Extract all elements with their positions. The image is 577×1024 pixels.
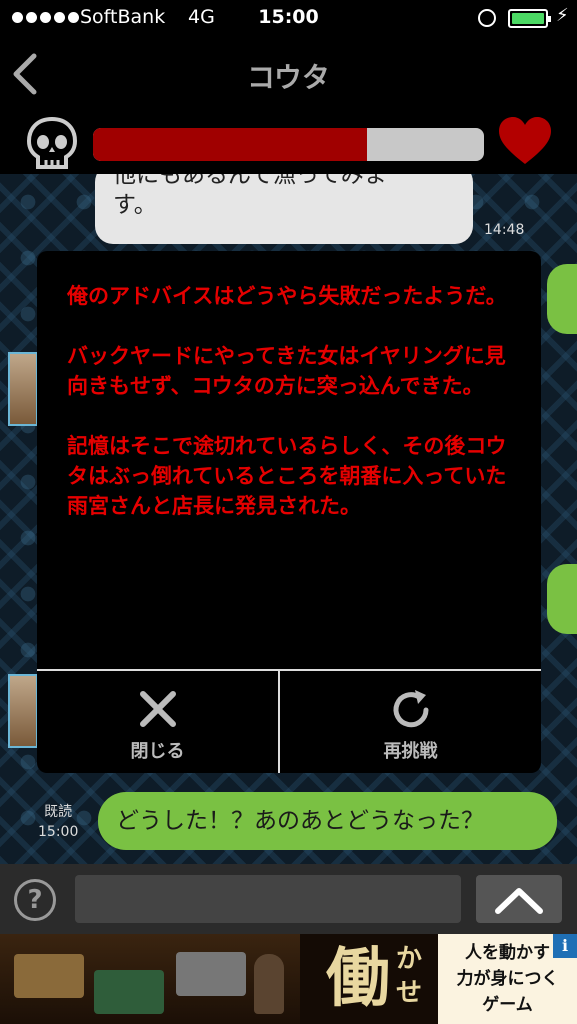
message-input[interactable] — [75, 875, 461, 923]
ad-copy-line: ゲーム — [482, 995, 533, 1015]
dialog-paragraph: 俺のアドバイスはどうやら失敗だったようだ。 — [67, 284, 507, 308]
message-timestamp: 15:00 — [38, 824, 79, 840]
dialog-paragraph: バックヤードにやってきた女はイヤリングに見向きもせず、コウタの方に突っ込んできた… — [67, 344, 506, 398]
outgoing-message: どうした！？あのあとどうなった？ — [98, 792, 557, 850]
ad-headline-sub: かせ — [396, 944, 423, 1008]
read-label: 既読 — [44, 804, 73, 820]
retry-icon — [280, 681, 541, 737]
affection-bar — [93, 128, 484, 161]
retry-button[interactable]: 再挑戦 — [280, 671, 541, 773]
battery-icon — [508, 9, 551, 28]
affection-bar-fill — [93, 128, 367, 161]
ad-building — [176, 952, 246, 996]
incoming-message: 他にもあるんで漁ってみま す。 — [95, 174, 473, 244]
chevron-up-icon — [495, 888, 543, 914]
ad-headline: 働 かせ — [296, 936, 436, 1022]
result-dialog: 俺のアドバイスはどうやら失敗だったようだ。 バックヤードにやってきた女はイヤリン… — [37, 251, 541, 773]
ad-banner[interactable]: 働 かせ 人を動かす 力が身につく ゲーム — [0, 934, 577, 1024]
ad-headline-main: 働 — [326, 941, 390, 1016]
read-receipt: 既読 15:00 — [38, 802, 78, 842]
dialog-paragraph: 記憶はそこで途切れているらしく、その後コウタはぶっ倒れているところを朝番に入って… — [67, 434, 507, 518]
retry-button-label: 再挑戦 — [383, 741, 438, 762]
ad-copy-line: 力が身につく — [456, 969, 559, 989]
outgoing-message-partial — [547, 564, 577, 634]
page-title: コウタ — [247, 61, 330, 94]
ad-building — [14, 954, 84, 998]
status-bar: SoftBank 4G 15:00 ⚡ — [0, 0, 577, 38]
nav-bar: コウタ — [0, 38, 577, 114]
ad-illustration — [0, 934, 300, 1024]
affection-gauge-row — [0, 114, 577, 174]
close-button[interactable]: 閉じる — [37, 671, 278, 773]
rotation-lock-icon — [478, 9, 496, 27]
charging-icon: ⚡ — [556, 5, 569, 26]
avatar — [8, 674, 38, 748]
input-bar: ? — [0, 864, 577, 934]
ad-info-button[interactable]: i — [553, 934, 577, 958]
avatar — [8, 352, 38, 426]
close-button-label: 閉じる — [130, 741, 185, 762]
skull-icon — [26, 116, 78, 169]
incoming-message-line: 他にもあるんで漁ってみま — [113, 174, 387, 188]
message-timestamp: 14:48 — [484, 222, 525, 238]
outgoing-message-partial — [547, 264, 577, 334]
expand-button[interactable] — [476, 875, 562, 923]
heart-icon — [499, 117, 551, 164]
incoming-message-line: す。 — [113, 192, 157, 218]
close-icon — [37, 681, 278, 737]
help-button[interactable]: ? — [14, 879, 56, 921]
dialog-message: 俺のアドバイスはどうやら失敗だったようだ。 バックヤードにやってきた女はイヤリン… — [67, 281, 517, 551]
ad-worker — [254, 954, 284, 1014]
ad-building — [94, 970, 164, 1014]
